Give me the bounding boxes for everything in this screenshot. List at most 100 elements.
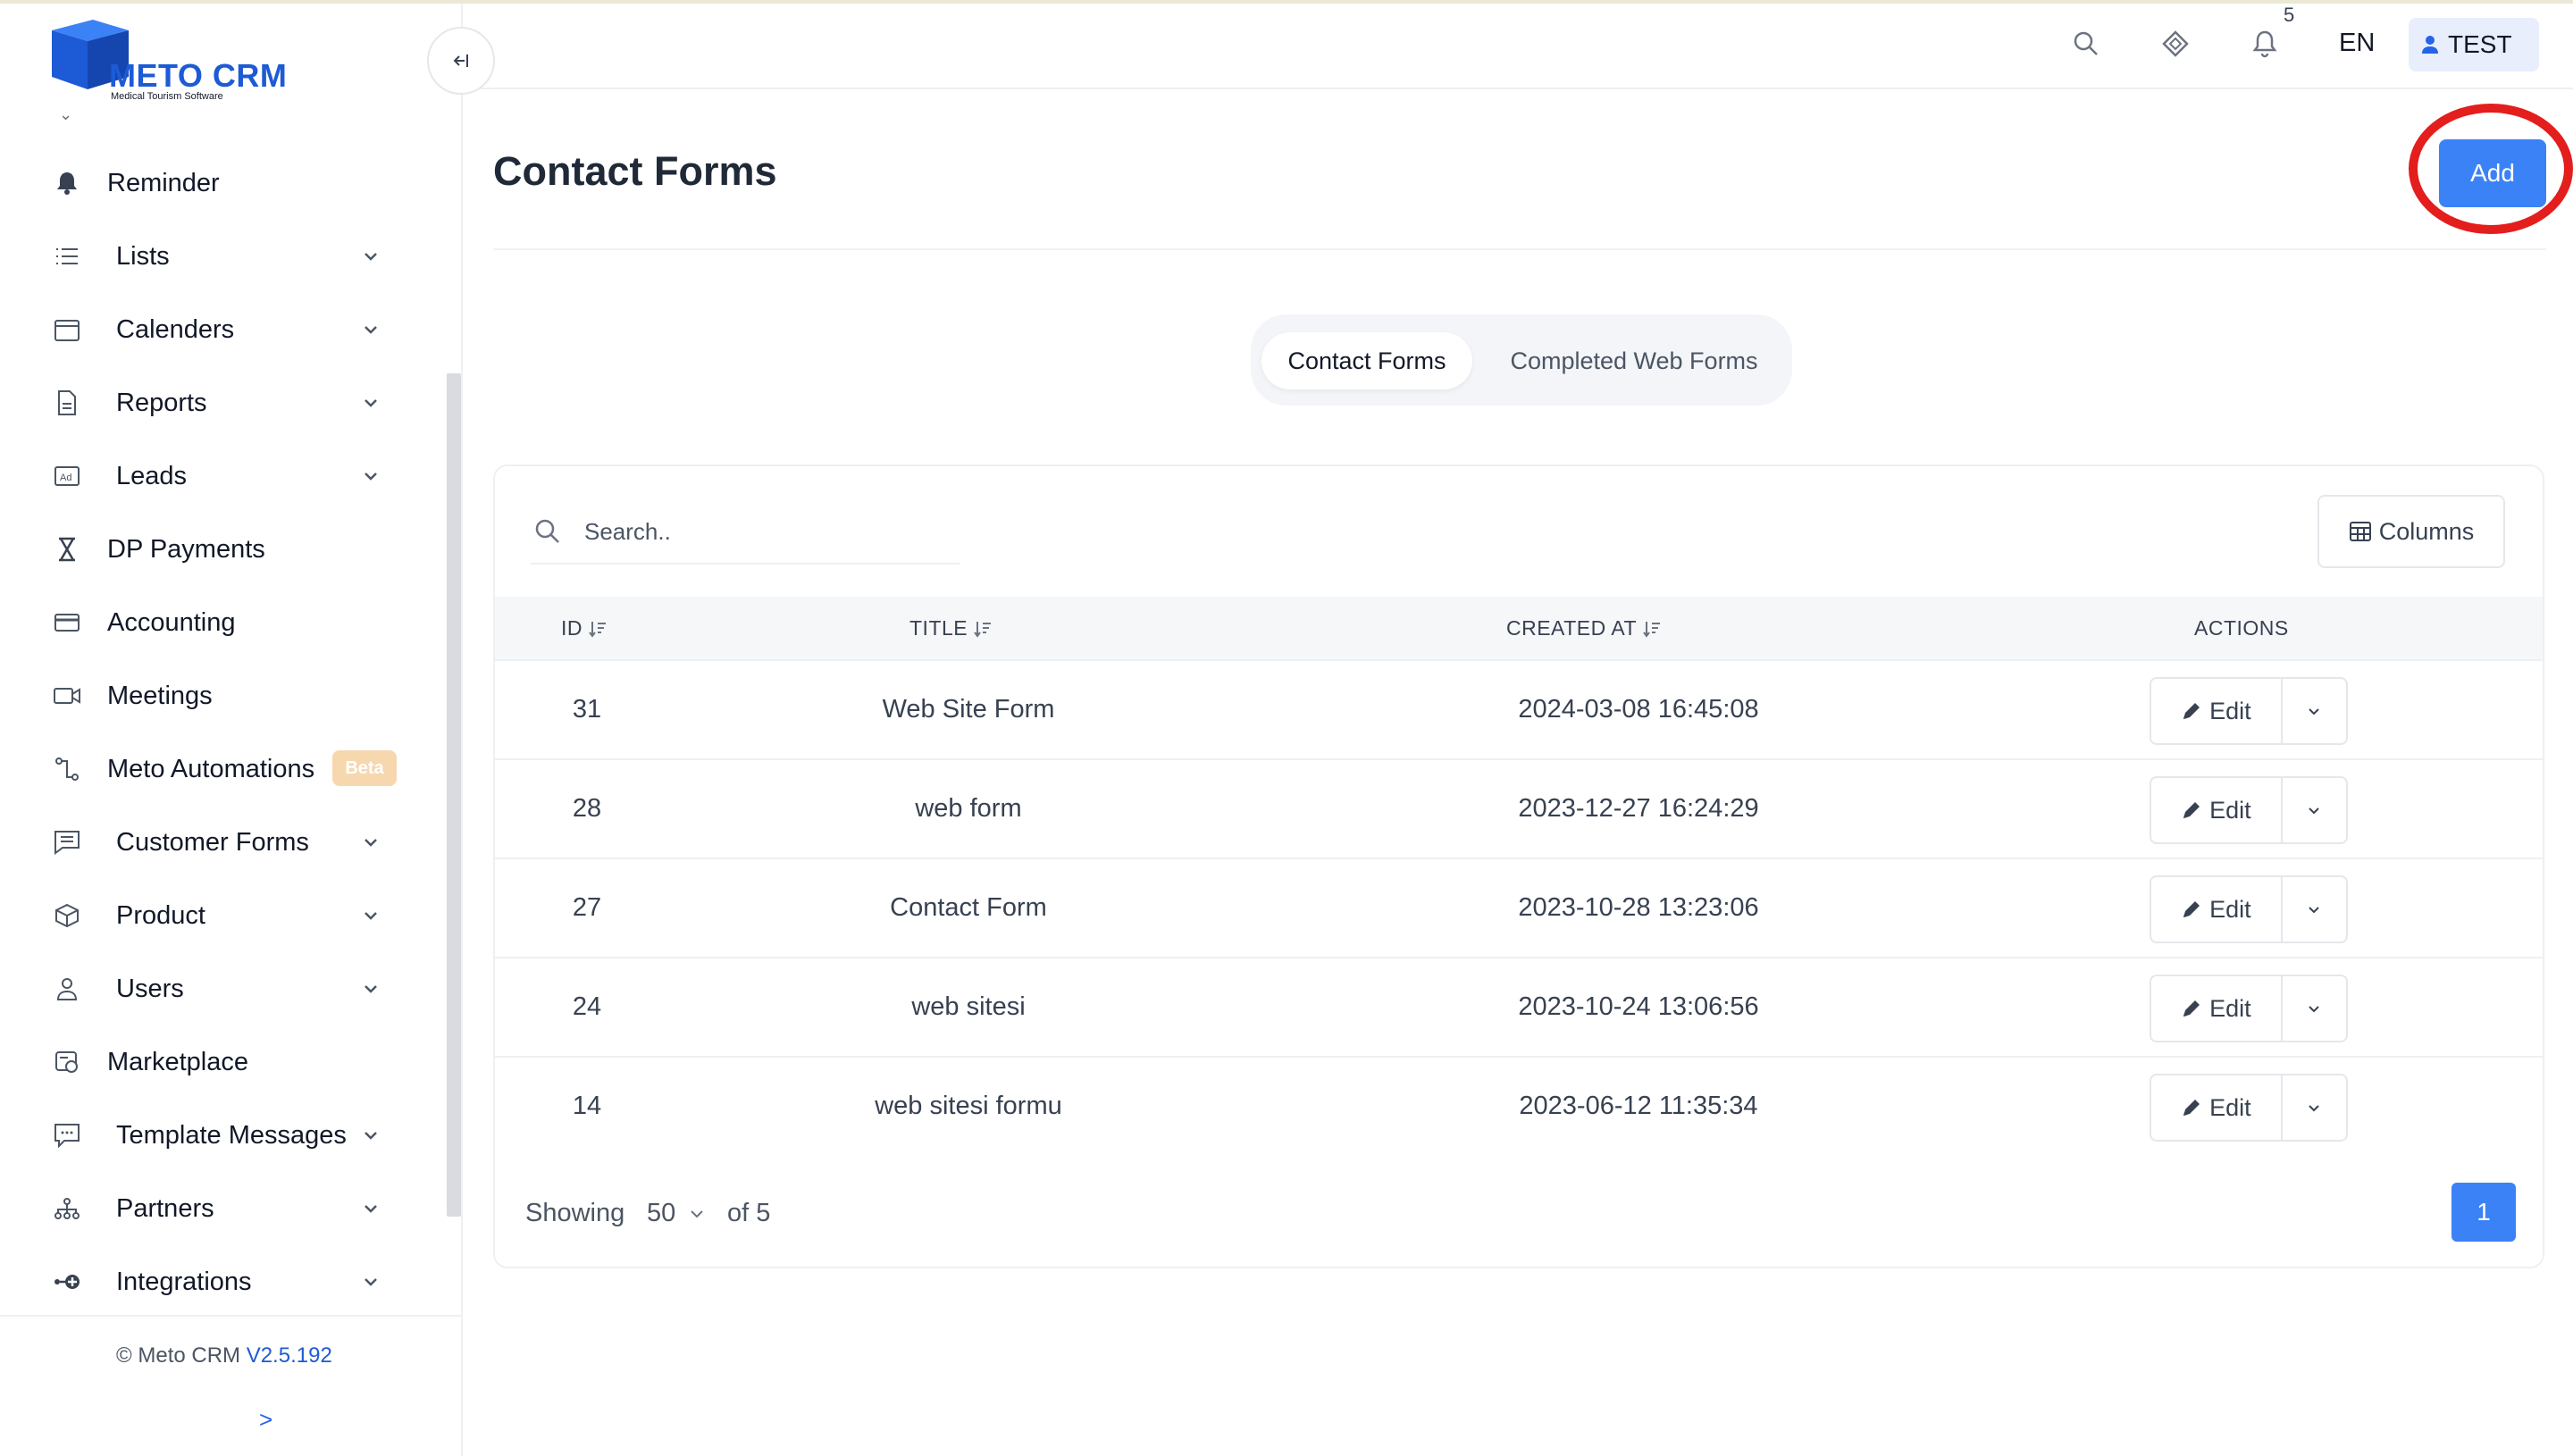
sidebar-item-integrations[interactable]: Integrations [0,1245,447,1318]
cell-created-at: 2023-06-12 11:35:34 [1519,1092,1758,1120]
box-icon [52,900,82,931]
sidebar-item-meto-automations[interactable]: Meto Automations Beta [0,732,447,806]
row-actions-dropdown[interactable] [2283,778,2346,842]
columns-button[interactable]: Columns [2317,495,2505,568]
version-link[interactable]: V2.5.192 [247,1343,332,1368]
list-icon [52,241,82,272]
search-icon[interactable] [2069,27,2103,61]
svg-text:Ad: Ad [60,473,71,483]
column-header-actions: ACTIONS [2194,616,2289,640]
form-icon [52,827,82,858]
pencil-icon [2183,1100,2200,1116]
sidebar-item-accounting[interactable]: Accounting [0,586,447,659]
cell-created-at: 2024-03-08 16:45:08 [1518,695,1759,724]
chevron-down-icon [365,326,377,334]
sidebar-item-reports[interactable]: Reports [0,366,447,439]
ad-icon: Ad [52,461,82,491]
cell-title: web form [915,794,1022,823]
edit-button[interactable]: Edit [2151,679,2283,743]
sidebar-item-reminder[interactable]: Reminder [0,146,447,220]
user-menu-button[interactable]: TEST [2409,18,2539,71]
table-row: 31 Web Site Form 2024-03-08 16:45:08 Edit [495,661,2543,760]
cell-id: 27 [572,893,602,922]
cell-title: web sitesi [911,992,1026,1021]
sidebar-item-calenders[interactable]: Calenders [0,293,447,366]
chevron-down-icon [365,253,377,261]
row-actions-dropdown[interactable] [2283,1075,2346,1140]
edit-label: Edit [2209,697,2251,724]
beta-badge: Beta [332,750,397,786]
sidebar-item-label: Users [116,974,184,1003]
sidebar-scrollbar[interactable] [447,373,461,1217]
sort-icon [974,621,992,638]
expand-sidebar-link[interactable]: > [259,1406,272,1434]
sidebar-item-customer-forms[interactable]: Customer Forms [0,806,447,879]
row-actions: Edit [2150,776,2348,844]
page-title: Contact Forms [493,148,777,194]
sidebar-item-template-messages[interactable]: Template Messages [0,1099,447,1172]
column-header-label: ID [561,616,582,640]
collapse-sidebar-button[interactable] [427,27,495,95]
edit-label: Edit [2209,895,2251,923]
row-actions: Edit [2150,875,2348,943]
sidebar-item-users[interactable]: Users [0,952,447,1025]
cell-title: web sitesi formu [875,1092,1062,1120]
table-header: ID TITLE CREATED AT ACTIONS [495,597,2543,661]
logo[interactable]: METO CRM Medical Tourism Software [48,18,316,104]
sidebar-item-leads[interactable]: Ad Leads [0,439,447,513]
chevron-down-icon [691,1209,703,1218]
apps-diamond-icon[interactable] [2158,27,2192,61]
edit-label: Edit [2209,796,2251,824]
language-switcher[interactable]: EN [2339,29,2375,58]
page-size-value: 50 [647,1199,676,1227]
sidebar-item-partners[interactable]: Partners [0,1172,447,1245]
pagination-page-1[interactable]: 1 [2451,1183,2516,1242]
row-actions: Edit [2150,677,2348,745]
divider [493,248,2546,250]
sort-icon [1643,621,1660,638]
chevron-down-icon [365,1278,377,1286]
sidebar-item-label: Meetings [107,681,213,710]
chevron-down-icon [365,912,377,920]
hourglass-icon [52,534,82,565]
sidebar-item-label: Leads [116,461,188,490]
sidebar-item-dp-payments[interactable]: DP Payments [0,513,447,586]
edit-button[interactable]: Edit [2151,877,2283,941]
tab-completed-web-forms[interactable]: Completed Web Forms [1485,332,1783,389]
bell-icon [52,168,82,198]
column-header-label: CREATED AT [1506,616,1637,640]
sidebar-item-marketplace[interactable]: Marketplace [0,1025,447,1099]
sidebar-item-label: Calenders [116,314,235,344]
column-header-created-at[interactable]: CREATED AT [1506,616,1662,640]
page-size-select[interactable]: 50 [647,1199,706,1228]
search-icon [535,519,559,543]
edit-button[interactable]: Edit [2151,1075,2283,1140]
edit-label: Edit [2209,1093,2251,1121]
chevron-down-icon [2309,807,2320,815]
column-header-title[interactable]: TITLE [909,616,993,640]
edit-button[interactable]: Edit [2151,976,2283,1041]
card-icon [52,607,82,638]
sidebar-menu: Reminder Lists Calenders Reports Ad Lead… [0,146,447,1318]
row-actions-dropdown[interactable] [2283,679,2346,743]
sidebar-item-product[interactable]: Product [0,879,447,952]
row-actions-dropdown[interactable] [2283,877,2346,941]
sidebar-item-lists[interactable]: Lists [0,220,447,293]
table-row: 28 web form 2023-12-27 16:24:29 Edit [495,760,2543,859]
sidebar-item-label: Meto Automations [107,754,315,783]
cell-id: 14 [572,1092,602,1120]
sidebar-item-label: Accounting [107,607,236,637]
column-header-label: ACTIONS [2194,616,2289,640]
edit-button[interactable]: Edit [2151,778,2283,842]
row-actions-dropdown[interactable] [2283,976,2346,1041]
sidebar-item-meetings[interactable]: Meetings [0,659,447,732]
column-header-id[interactable]: ID [561,616,608,640]
annotation-circle [2409,104,2573,234]
sidebar-item-label: Product [116,900,205,930]
search-input[interactable] [584,511,951,552]
sidebar-item-label: Marketplace [107,1047,248,1076]
chevron-down-icon [2309,708,2320,715]
tab-contact-forms[interactable]: Contact Forms [1261,332,1472,389]
notification-bell-icon[interactable] [2248,27,2282,61]
user-name: TEST [2448,30,2512,58]
